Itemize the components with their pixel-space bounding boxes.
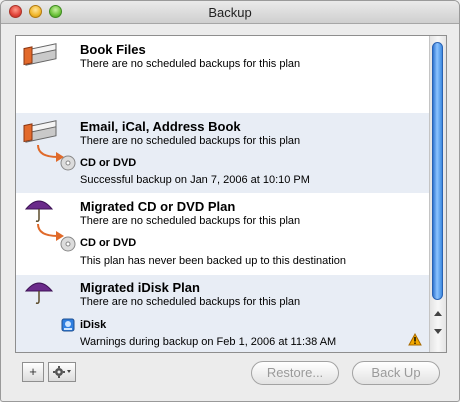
plan-schedule-status: There are no scheduled backups for this … <box>80 135 301 147</box>
cd-dvd-icon <box>60 236 76 252</box>
idisk-icon <box>61 318 75 332</box>
plan-row-book-files[interactable]: Book Files There are no scheduled backup… <box>16 36 432 113</box>
warning-icon[interactable] <box>408 333 422 346</box>
plan-title: Migrated iDisk Plan <box>80 280 200 295</box>
gear-icon <box>53 366 71 378</box>
umbrella-icon <box>24 200 54 222</box>
scrollbar-thumb[interactable] <box>432 42 443 300</box>
cd-dvd-icon <box>60 155 76 171</box>
restore-button[interactable]: Restore... <box>251 361 339 385</box>
plan-schedule-status: There are no scheduled backups for this … <box>80 215 301 227</box>
destination-name: CD or DVD <box>80 157 137 169</box>
plan-title: Book Files <box>80 42 146 57</box>
vertical-scrollbar[interactable] <box>429 36 446 352</box>
file-stack-icon <box>23 43 57 66</box>
plan-schedule-status: There are no scheduled backups for this … <box>80 296 301 308</box>
scroll-down-arrow[interactable] <box>434 329 442 334</box>
destination-name: CD or DVD <box>80 237 137 249</box>
plan-row-email-ical[interactable]: Email, iCal, Address Book There are no s… <box>16 113 432 193</box>
destination-status: This plan has never been backed up to th… <box>80 255 347 267</box>
window-title: Backup <box>208 5 252 20</box>
backup-plan-list[interactable]: Book Files There are no scheduled backup… <box>15 35 447 353</box>
destination-status: Successful backup on Jan 7, 2006 at 10:1… <box>80 174 310 186</box>
back-up-button[interactable]: Back Up <box>352 361 440 385</box>
backup-window: Backup Book Files There are no scheduled… <box>0 0 460 402</box>
plan-schedule-status: There are no scheduled backups for this … <box>80 58 301 70</box>
action-menu-button[interactable] <box>48 362 76 382</box>
destination-status: Warnings during backup on Feb 1, 2006 at… <box>80 336 337 348</box>
plan-row-migrated-cd-dvd[interactable]: Migrated CD or DVD Plan There are no sch… <box>16 193 432 275</box>
plan-title: Migrated CD or DVD Plan <box>80 199 236 214</box>
scroll-up-arrow[interactable] <box>434 311 442 316</box>
plan-title: Email, iCal, Address Book <box>80 119 241 134</box>
title-bar[interactable]: Backup <box>1 1 459 24</box>
umbrella-icon <box>24 282 54 304</box>
plan-row-migrated-idisk[interactable]: Migrated iDisk Plan There are no schedul… <box>16 275 432 352</box>
add-plan-button[interactable]: + <box>22 362 44 382</box>
destination-name: iDisk <box>80 319 107 331</box>
